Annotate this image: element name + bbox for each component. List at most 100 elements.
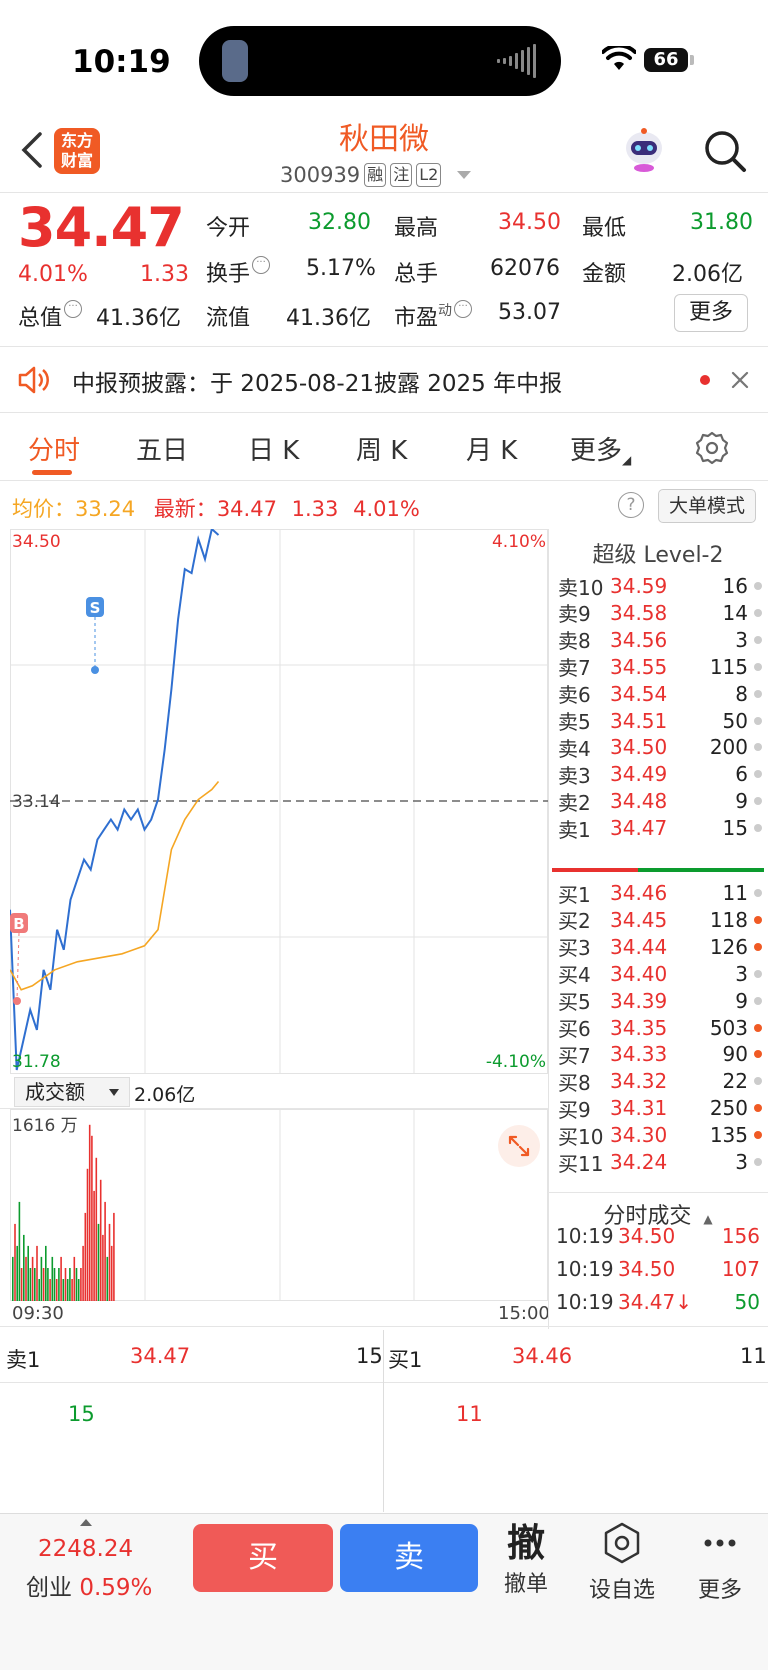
ask1-label: 卖1 [6,1348,41,1372]
orderbook-row[interactable]: 买2 34.45 118 [558,906,762,934]
change-percent: 4.01% [18,262,88,287]
level-label: 卖5 [558,710,591,734]
volume-bar [47,1268,49,1301]
speaker-icon [18,366,49,394]
y-min-label: 31.78 [12,1052,61,1072]
large-order-indicator [754,662,762,671]
orderbook-row[interactable]: 卖2 34.48 9 [558,787,762,815]
large-order-indicator [754,915,762,924]
level-price: 34.35 [610,1015,668,1040]
volume-bar [51,1256,54,1301]
change-amount: 1.33 [140,262,189,287]
orderbook-row[interactable]: 卖10 34.59 16 [558,572,762,600]
close-icon[interactable] [728,364,752,394]
orderbook-row[interactable]: 卖3 34.49 6 [558,760,762,788]
index-name[interactable]: 创业 0.59% [26,1568,152,1602]
info-icon[interactable]: ··· [454,300,473,318]
orderbook-row[interactable]: 卖5 34.51 50 [558,707,762,735]
more-menu-button[interactable]: 更多 [680,1520,760,1604]
orderbook-row[interactable]: 卖8 34.56 3 [558,626,762,654]
large-order-indicator [754,716,762,725]
tab-five-day[interactable]: 五日 [136,430,188,467]
level2-tag: L2 [416,163,442,187]
volume-bar [49,1279,51,1301]
volume-bar [31,1256,34,1301]
level-price: 34.44 [610,934,668,959]
volume-bar [86,1168,89,1301]
search-icon[interactable] [702,128,748,174]
orderbook-row[interactable]: 卖7 34.55 115 [558,653,762,681]
orderbook-row[interactable]: 卖1 34.47 15 [558,814,762,842]
orderbook-row[interactable]: 买9 34.31 250 [558,1094,762,1122]
more-button[interactable]: 更多 [674,294,748,332]
help-icon[interactable]: ? [618,492,644,518]
trade-row: 10:19 34.47↓ 50 [556,1290,760,1314]
volume-bar [29,1268,32,1301]
orderbook-row[interactable]: 卖4 34.50 200 [558,733,762,761]
orderbook-row[interactable]: 卖9 34.58 14 [558,599,762,627]
orderbook-row[interactable]: 买3 34.44 126 [558,933,762,961]
level-price: 34.51 [610,708,668,733]
orderbook-row[interactable]: 买7 34.33 90 [558,1040,762,1068]
volume-bar [27,1245,29,1301]
sell-marker[interactable]: S [86,597,104,674]
stock-subtitle[interactable]: 300939 融 注 L2 [280,160,472,190]
big-order-mode-button[interactable]: 大单模式 [658,489,756,523]
orderbook-row[interactable]: 买1 34.46 11 [558,879,762,907]
orderbook-row[interactable]: 买6 34.35 503 [558,1014,762,1042]
index-value[interactable]: 2248.24 [38,1536,133,1562]
turnover-label: 换手 ··· [206,256,271,288]
more-label: 更多 [697,1578,742,1603]
orderbook-row[interactable]: 买8 34.32 22 [558,1067,762,1095]
large-order-indicator [754,1023,762,1032]
level-volume: 115 [709,654,748,679]
info-icon[interactable]: ··· [64,300,83,318]
orderbook-row[interactable]: 买5 34.39 9 [558,987,762,1015]
cancel-order-button[interactable]: 撤 撤单 [486,1520,566,1598]
tab-more[interactable]: 更多◢ [570,430,631,467]
level-price: 34.33 [610,1042,668,1067]
orderbook-row[interactable]: 买10 34.30 135 [558,1121,762,1149]
registered-tag: 注 [390,163,413,187]
volume-max-label: 1616 万 [12,1116,78,1136]
level-price: 34.49 [610,762,668,787]
info-icon[interactable]: ··· [252,256,271,274]
tab-daily-k[interactable]: 日 K [248,430,299,467]
volume-bar [40,1256,43,1301]
orderbook-row[interactable]: 卖6 34.54 8 [558,680,762,708]
svg-text:S: S [90,599,101,617]
ai-assistant-robot-icon[interactable] [620,126,668,174]
add-watchlist-button[interactable]: 设自选 [582,1520,662,1604]
level-volume: 50 [722,708,748,733]
tab-weekly-k[interactable]: 周 K [356,430,407,467]
chevron-up-icon[interactable] [80,1519,92,1526]
tab-monthly-k[interactable]: 月 K [466,430,517,467]
volume-bar [69,1268,71,1301]
pct-max-label: 4.10% [492,532,546,552]
margin-tag: 融 [364,163,387,187]
volume-bar [62,1279,65,1301]
sell-button[interactable]: 卖 [340,1524,478,1592]
volume-chart[interactable]: 1616 万 [10,1109,548,1301]
large-order-indicator [754,1050,762,1059]
level-label: 买5 [558,990,591,1015]
expand-icon[interactable] [498,1125,540,1167]
float-value: 41.36亿 [286,306,371,331]
notice-text[interactable]: 中报预披露：于 2025-08-21披露 2025 年中报 [72,364,562,398]
now-playing-thumbnail [222,40,248,82]
orderbook-row[interactable]: 买11 34.24 3 [558,1148,762,1176]
gear-icon[interactable] [694,430,730,466]
intraday-price-chart[interactable]: 34.50 4.10% 31.78 -4.10% 33.14 S B [10,529,548,1074]
buy-button[interactable]: 买 [193,1524,333,1592]
bid1-price: 34.46 [512,1344,573,1368]
level-label: 卖6 [558,683,591,708]
volume-bar [97,1223,100,1301]
level-price: 34.45 [610,907,668,932]
amount-value: 2.06亿 [672,262,743,287]
volume-metric-select[interactable]: 成交额 [14,1077,130,1107]
orderbook-title[interactable]: 超级 Level-2 [548,537,768,569]
tab-intraday[interactable]: 分时 [28,430,80,467]
volume-bar [75,1268,78,1301]
y-max-label: 34.50 [12,532,61,552]
orderbook-row[interactable]: 买4 34.40 3 [558,960,762,988]
